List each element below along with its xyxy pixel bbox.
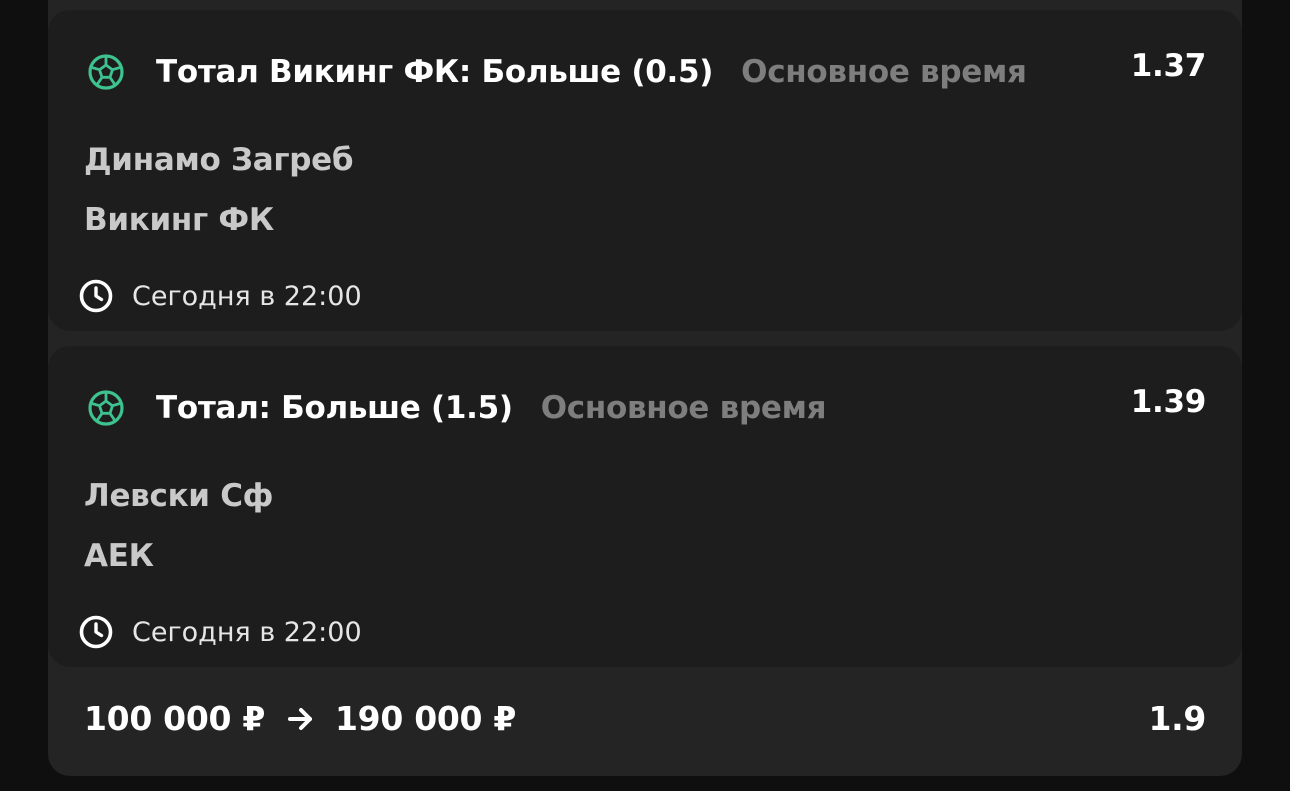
- market-period: Основное время: [741, 54, 1027, 90]
- away-team: АЕК: [84, 538, 154, 574]
- stake-amount: 100 000 ₽: [84, 699, 266, 738]
- clock-icon: [79, 615, 113, 649]
- market-row: Тотал: Больше (1.5) Основное время: [86, 386, 827, 430]
- event-time-row: Сегодня в 22:00: [78, 614, 362, 650]
- home-team: Левски Сф: [84, 478, 274, 514]
- market-title: Тотал: Больше (1.5): [156, 390, 513, 426]
- clock-icon: [79, 279, 113, 313]
- bet-odds: 1.37: [1130, 48, 1207, 84]
- event-time: Сегодня в 22:00: [132, 280, 362, 312]
- soccer-ball-icon: [88, 390, 124, 426]
- bet-summary: 100 000 ₽ 190 000 ₽ 1.9: [48, 667, 1242, 776]
- soccer-ball-icon: [88, 54, 124, 90]
- payout-amount: 190 000 ₽: [335, 699, 517, 738]
- event-time: Сегодня в 22:00: [132, 616, 362, 648]
- bet-card[interactable]: Тотал Викинг ФК: Больше (0.5) Основное в…: [48, 10, 1242, 331]
- arrow-right-icon: [288, 707, 313, 730]
- market-row: Тотал Викинг ФК: Больше (0.5) Основное в…: [86, 50, 1027, 94]
- bet-odds: 1.39: [1130, 384, 1207, 420]
- market-title: Тотал Викинг ФК: Больше (0.5): [156, 54, 714, 90]
- market-period: Основное время: [540, 390, 827, 426]
- away-team: Викинг ФК: [84, 202, 274, 238]
- home-team: Динамо Загреб: [84, 142, 354, 178]
- total-odds: 1.9: [1148, 699, 1206, 738]
- event-time-row: Сегодня в 22:00: [78, 278, 362, 314]
- bet-card[interactable]: Тотал: Больше (1.5) Основное время 1.39 …: [48, 346, 1242, 667]
- stake-payout-row: 100 000 ₽ 190 000 ₽: [84, 699, 516, 738]
